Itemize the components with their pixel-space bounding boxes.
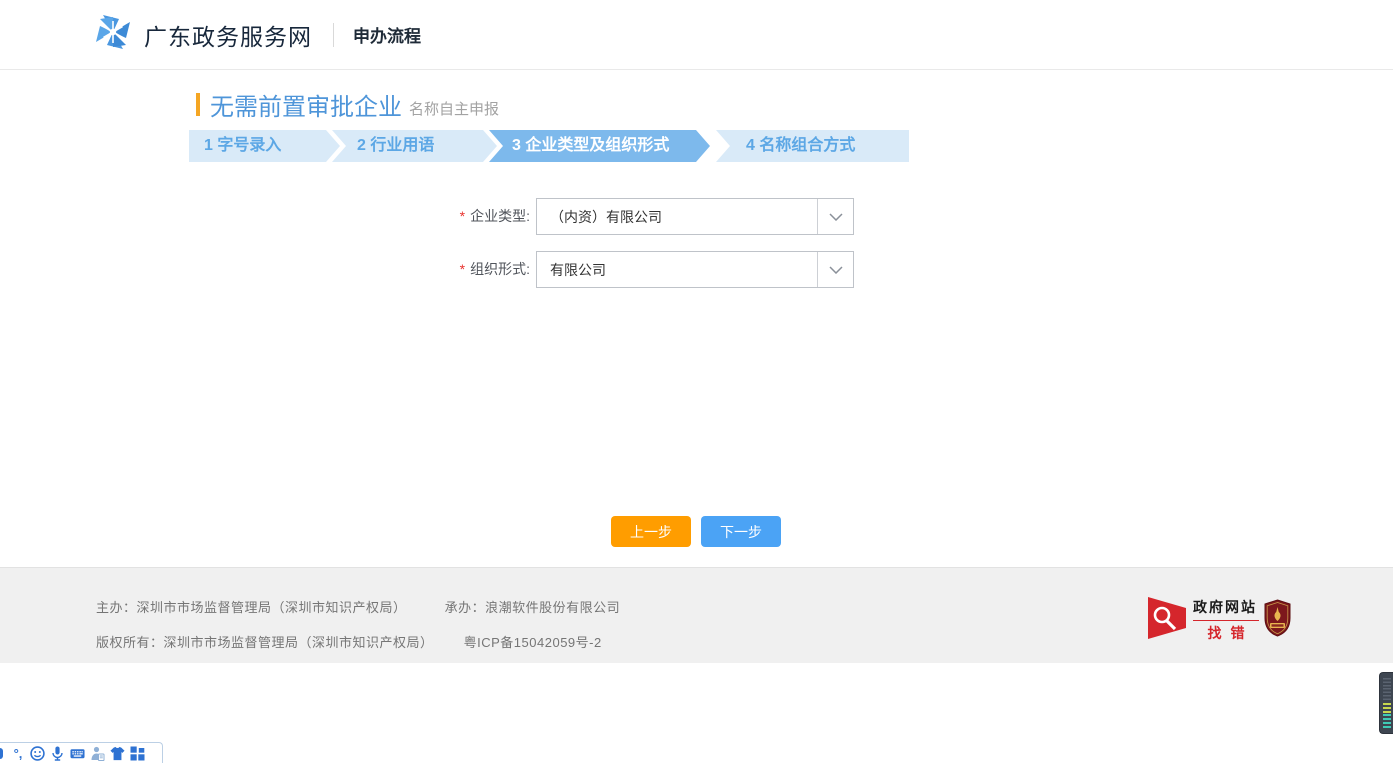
pinwheel-logo-icon	[94, 13, 132, 56]
ime-partial-glyph-icon[interactable]	[0, 746, 6, 761]
ime-keyboard-icon[interactable]	[70, 746, 85, 761]
find-error-flag-icon	[1148, 597, 1186, 639]
footer-host: 主办：深圳市市场监督管理局（深圳市知识产权局）	[96, 600, 407, 615]
ime-grid-menu-icon[interactable]	[130, 746, 145, 761]
breadcrumb-apply-flow[interactable]: 申办流程	[353, 22, 421, 47]
step-1-name-entry[interactable]: 1 字号录入	[189, 130, 340, 162]
required-asterisk: *	[460, 261, 465, 277]
ime-punctuation-mode-icon[interactable]: °,	[11, 746, 25, 761]
chevron-down-icon[interactable]	[817, 252, 853, 287]
footer-host-line: 主办：深圳市市场监督管理局（深圳市知识产权局） 承办：浪潮软件股份有限公司	[96, 597, 620, 616]
step-label: 3 企业类型及组织形式	[512, 137, 669, 154]
page-title-row: 无需前置审批企业 名称自主申报	[196, 87, 499, 122]
ime-microphone-icon[interactable]	[50, 746, 65, 761]
widget-stripes-dark	[1383, 678, 1391, 702]
step-2-industry-term[interactable]: 2 行业用语	[332, 130, 497, 162]
organization-form-label: * 组织形式:	[300, 251, 530, 288]
find-error-divider	[1193, 620, 1259, 621]
ime-clipboard-user-icon[interactable]	[90, 746, 105, 761]
organization-form-select[interactable]: 有限公司	[536, 251, 854, 288]
security-shield-badge-icon[interactable]	[1264, 599, 1291, 642]
find-error-subtitle: 找错	[1193, 623, 1259, 643]
find-error-title: 政府网站	[1193, 599, 1257, 615]
previous-step-button[interactable]: 上一步	[611, 516, 691, 547]
site-brand-title: 广东政务服务网	[144, 18, 312, 52]
footer-copyright: 版权所有：深圳市市场监督管理局（深圳市知识产权局）	[96, 635, 434, 650]
page-root: 广东政务服务网 申办流程 无需前置审批企业 名称自主申报 1 字号录入 2 行业…	[0, 0, 1393, 763]
select-value: 有限公司	[537, 252, 817, 287]
ime-toolbar: °,	[0, 742, 163, 763]
ime-emoji-icon[interactable]	[30, 746, 45, 761]
step-label: 1 字号录入	[204, 137, 281, 154]
ime-skin-tshirt-icon[interactable]	[110, 746, 125, 761]
home-logo-link[interactable]: 广东政务服务网	[94, 13, 312, 56]
footer-copyright-line: 版权所有：深圳市市场监督管理局（深圳市知识产权局） 粤ICP备15042059号…	[96, 632, 602, 651]
page-subtitle: 名称自主申报	[409, 91, 499, 119]
step-label: 4 名称组合方式	[746, 137, 855, 154]
chevron-down-icon[interactable]	[817, 199, 853, 234]
step-4-name-combination[interactable]: 4 名称组合方式	[716, 130, 909, 162]
gov-site-find-error-badge[interactable]: 政府网站 找错	[1148, 597, 1259, 639]
title-accent-bar	[196, 93, 200, 116]
next-step-button[interactable]: 下一步	[701, 516, 781, 547]
step-progress-bar: 1 字号录入 2 行业用语 3 企业类型及组织形式 4 名称组合方式	[189, 130, 909, 162]
footer-icp-number: 粤ICP备15042059号-2	[464, 635, 602, 650]
widget-stripes-yellow	[1383, 703, 1391, 714]
enterprise-type-label: * 企业类型:	[300, 198, 530, 235]
docked-side-widget[interactable]	[1379, 672, 1393, 734]
footer-contractor: 承办：浪潮软件股份有限公司	[445, 600, 621, 615]
header-divider	[333, 23, 334, 47]
find-error-text: 政府网站 找错	[1193, 597, 1259, 639]
required-asterisk: *	[460, 208, 465, 224]
label-text: 组织形式:	[470, 261, 530, 277]
select-value: （内资）有限公司	[537, 199, 817, 234]
label-text: 企业类型:	[470, 208, 530, 224]
step-label: 2 行业用语	[357, 137, 434, 154]
enterprise-type-select[interactable]: （内资）有限公司	[536, 198, 854, 235]
widget-stripes-teal	[1383, 714, 1391, 730]
header: 广东政务服务网 申办流程	[0, 0, 1393, 70]
step-3-enterprise-type[interactable]: 3 企业类型及组织形式	[489, 130, 710, 162]
page-title: 无需前置审批企业	[210, 87, 402, 122]
